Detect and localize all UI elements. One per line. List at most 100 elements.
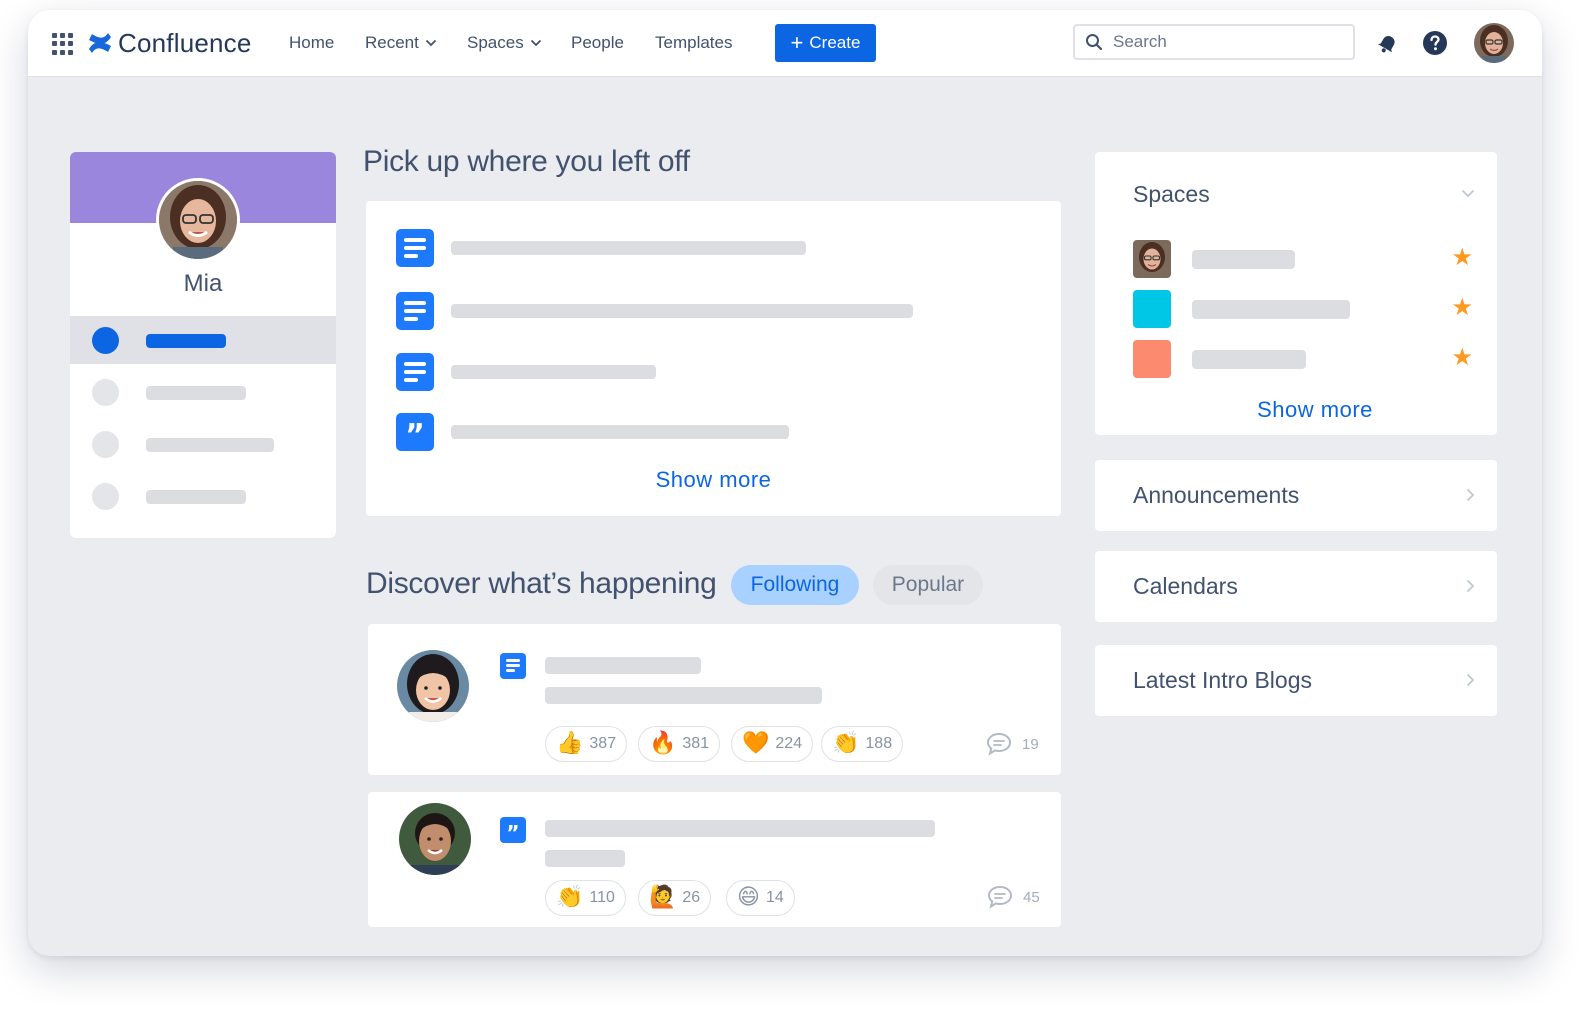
recent-item[interactable]: ” bbox=[396, 413, 1036, 453]
comment-count: 45 bbox=[1023, 888, 1040, 906]
recent-item[interactable] bbox=[396, 292, 1036, 330]
star-icon[interactable]: ★ bbox=[1451, 295, 1473, 319]
user-avatar[interactable] bbox=[1474, 23, 1514, 63]
announcements-title: Announcements bbox=[1133, 482, 1300, 508]
recent-show-more-link[interactable]: Show more bbox=[366, 467, 1061, 493]
menu-item-dot bbox=[92, 431, 119, 458]
show-more-label: Show more bbox=[655, 467, 772, 492]
star-icon[interactable]: ★ bbox=[1451, 245, 1473, 269]
placeholder-bar bbox=[1192, 250, 1295, 269]
reaction-grinning-face[interactable]: 😄 14 bbox=[726, 880, 795, 916]
profile-menu-item[interactable] bbox=[70, 316, 336, 364]
reaction-clapping-hands[interactable]: 👏 188 bbox=[821, 726, 904, 762]
profile-menu-item[interactable] bbox=[70, 368, 336, 416]
page-icon bbox=[396, 292, 434, 330]
author-avatar[interactable] bbox=[397, 650, 469, 722]
page-icon bbox=[396, 229, 434, 267]
nav-templates-label: Templates bbox=[655, 33, 733, 52]
nav-home[interactable]: Home bbox=[289, 30, 334, 56]
chevron-right-icon bbox=[1466, 488, 1475, 502]
page-icon bbox=[500, 653, 526, 679]
page-icon bbox=[396, 353, 434, 391]
reaction-orange-heart[interactable]: 🧡 224 bbox=[731, 726, 814, 762]
chevron-right-icon bbox=[1466, 579, 1475, 593]
feed-post[interactable]: 👍 387 🔥 381 🧡 224 👏 188 19 bbox=[368, 624, 1061, 775]
reaction-count: 224 bbox=[775, 735, 803, 752]
profile-name: Mia bbox=[183, 270, 223, 297]
reaction-count: 387 bbox=[589, 735, 617, 752]
spaces-show-more-link[interactable]: Show more bbox=[1095, 397, 1535, 423]
nav-recent[interactable]: Recent bbox=[365, 30, 437, 56]
tab-popular-label: Popular bbox=[891, 573, 965, 596]
nav-people[interactable]: People bbox=[571, 30, 624, 56]
chevron-down-icon[interactable] bbox=[1461, 189, 1475, 198]
placeholder-bar bbox=[451, 425, 789, 439]
orange-heart-icon: 🧡 bbox=[742, 731, 770, 756]
space-item[interactable]: ★ bbox=[1133, 240, 1473, 278]
chevron-down-icon bbox=[530, 39, 541, 47]
app-switcher-icon[interactable] bbox=[52, 33, 74, 55]
reaction-count: 110 bbox=[589, 889, 615, 906]
space-color-icon bbox=[1133, 290, 1171, 328]
feed-post[interactable]: ” 👏 110 🙋 26 😄 14 45 bbox=[368, 792, 1061, 927]
app-name: Confluence bbox=[118, 27, 252, 58]
comments-count[interactable]: 45 bbox=[987, 885, 1040, 909]
tab-popular[interactable]: Popular bbox=[873, 565, 983, 605]
profile-menu-item[interactable] bbox=[70, 472, 336, 520]
reaction-count: 188 bbox=[865, 735, 893, 752]
nav-people-label: People bbox=[571, 33, 624, 52]
profile-menu-item[interactable] bbox=[70, 420, 336, 468]
space-item[interactable]: ★ bbox=[1133, 340, 1473, 378]
nav-templates[interactable]: Templates bbox=[655, 30, 732, 56]
notifications-bell-icon[interactable] bbox=[1374, 29, 1402, 57]
help-icon[interactable] bbox=[1421, 29, 1449, 57]
reaction-fire[interactable]: 🔥 381 bbox=[638, 726, 721, 762]
reaction-count: 381 bbox=[682, 735, 710, 752]
space-item[interactable]: ★ bbox=[1133, 290, 1473, 328]
latest-blogs-panel[interactable]: Latest Intro Blogs bbox=[1095, 645, 1497, 716]
placeholder-bar bbox=[146, 334, 226, 348]
create-button[interactable]: + Create bbox=[775, 24, 876, 62]
confluence-logo-icon bbox=[89, 33, 111, 53]
star-icon[interactable]: ★ bbox=[1451, 345, 1473, 369]
app-window: Confluence Home Recent Spaces People Tem… bbox=[28, 10, 1542, 956]
recent-items-card: ” Show more bbox=[366, 201, 1061, 516]
show-more-label: Show more bbox=[1257, 397, 1373, 422]
placeholder-bar bbox=[1192, 300, 1350, 319]
quote-icon: ” bbox=[396, 413, 434, 453]
reaction-count: 14 bbox=[765, 889, 784, 906]
latest-blogs-title: Latest Intro Blogs bbox=[1133, 667, 1312, 693]
create-button-label: Create bbox=[809, 33, 861, 52]
comment-count: 19 bbox=[1022, 735, 1039, 753]
nav-spaces[interactable]: Spaces bbox=[467, 30, 542, 56]
calendars-panel[interactable]: Calendars bbox=[1095, 551, 1497, 622]
plus-icon: + bbox=[790, 30, 804, 55]
reaction-clapping-hands[interactable]: 👏 110 bbox=[545, 880, 626, 916]
placeholder-bar bbox=[545, 657, 701, 674]
reaction-raising-hand[interactable]: 🙋 26 bbox=[638, 880, 712, 916]
announcements-panel[interactable]: Announcements bbox=[1095, 460, 1497, 531]
chevron-right-icon bbox=[1466, 673, 1475, 687]
quote-icon: ” bbox=[500, 817, 526, 845]
placeholder-bar bbox=[545, 820, 935, 837]
top-navigation-bar: Confluence Home Recent Spaces People Tem… bbox=[28, 10, 1542, 77]
spaces-panel-title: Spaces bbox=[1133, 181, 1210, 207]
placeholder-bar bbox=[146, 490, 246, 504]
profile-avatar[interactable] bbox=[156, 178, 240, 262]
recent-item[interactable] bbox=[396, 353, 1036, 391]
author-avatar[interactable] bbox=[399, 803, 471, 875]
tab-following[interactable]: Following bbox=[731, 565, 859, 605]
nav-spaces-label: Spaces bbox=[467, 33, 524, 52]
profile-card: Mia bbox=[70, 152, 336, 538]
confluence-logo[interactable]: Confluence bbox=[88, 27, 252, 59]
search-input[interactable] bbox=[1111, 31, 1335, 53]
placeholder-bar bbox=[1192, 350, 1306, 369]
placeholder-bar bbox=[451, 241, 806, 255]
clapping-hands-icon: 👏 bbox=[556, 885, 584, 910]
search-field[interactable] bbox=[1073, 24, 1355, 60]
nav-home-label: Home bbox=[289, 33, 335, 52]
comments-count[interactable]: 19 bbox=[986, 732, 1039, 756]
reaction-thumbs-up[interactable]: 👍 387 bbox=[545, 726, 628, 762]
spaces-panel: Spaces ★ ★ ★ Show more bbox=[1095, 152, 1497, 435]
recent-item[interactable] bbox=[396, 229, 1036, 267]
